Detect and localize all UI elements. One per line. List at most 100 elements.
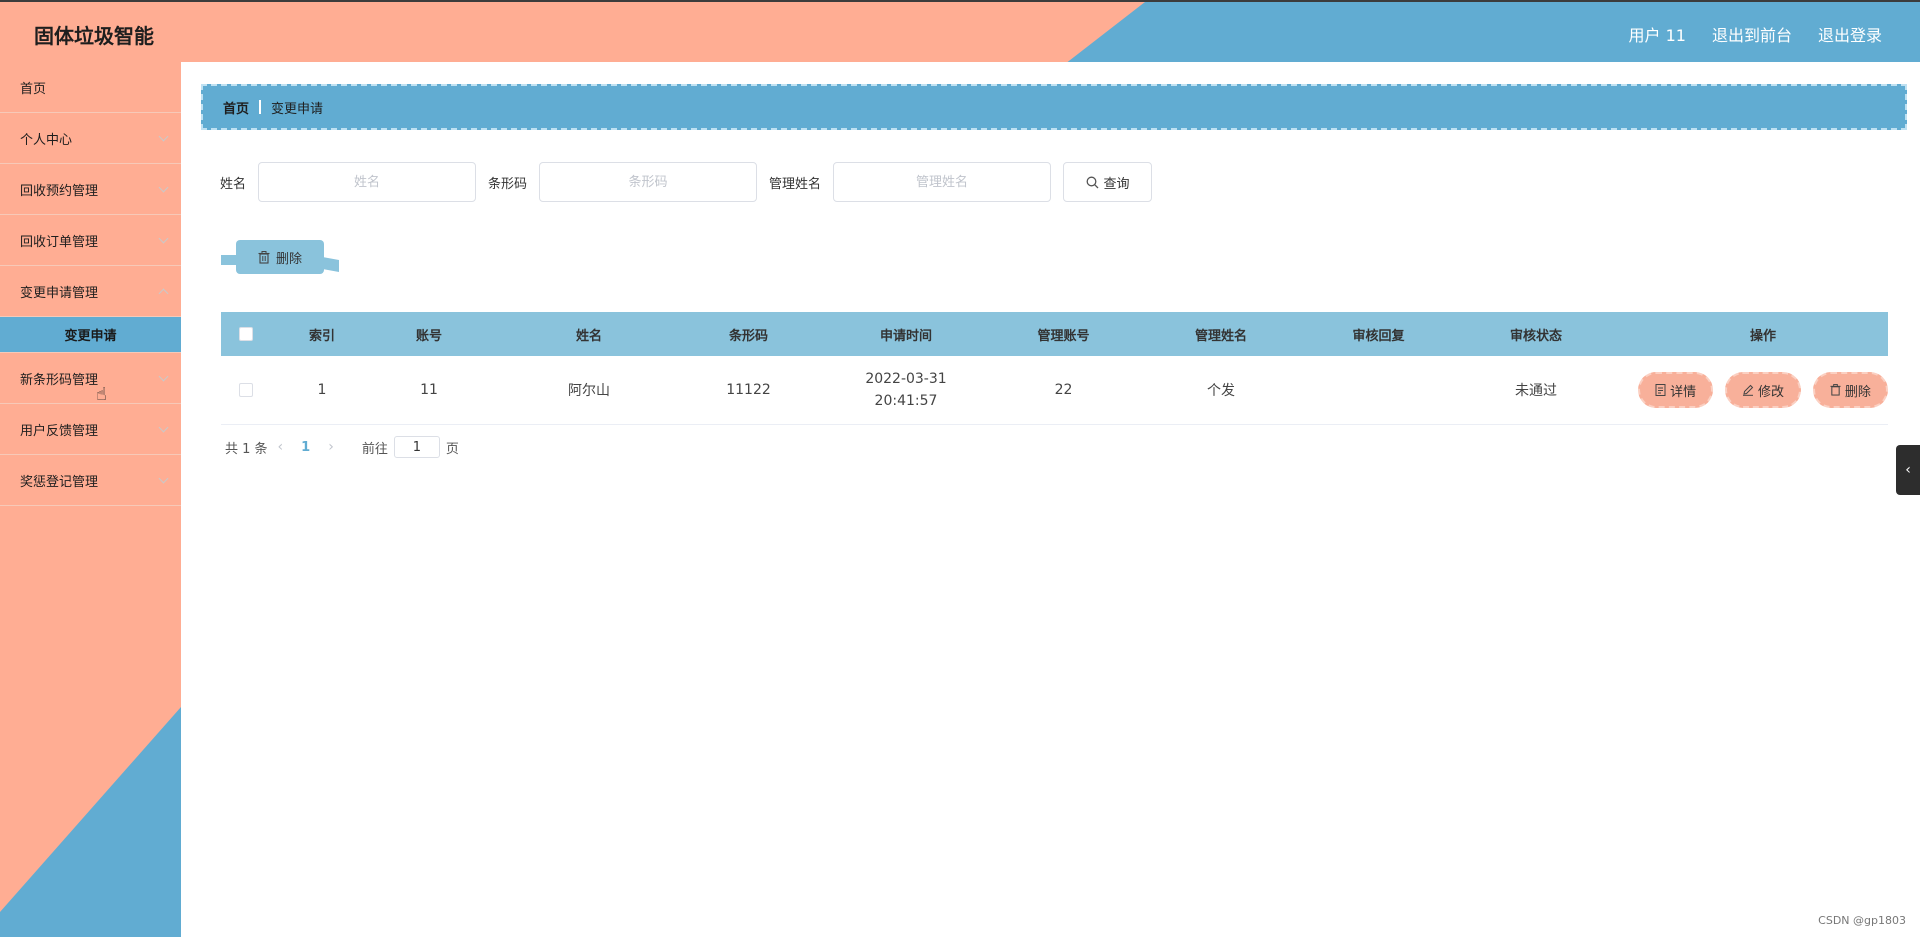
chevron-down-icon — [158, 131, 169, 142]
collapse-panel-button[interactable]: ‹ — [1896, 445, 1920, 495]
user-label[interactable]: 用户 11 — [1629, 22, 1686, 46]
col-header-actions: 操作 — [1749, 328, 1776, 344]
sidebar-item-change-request[interactable]: 变更申请管理 — [0, 266, 181, 317]
cell-account: 11 — [420, 382, 438, 398]
data-table: 索引 账号 姓名 条形码 申请时间 管理账号 管理姓名 审核回复 审核状态 操作… — [221, 312, 1888, 425]
sidebar-item-recycle-order[interactable]: 回收订单管理 — [0, 215, 181, 266]
table-header: 索引 账号 姓名 条形码 申请时间 管理账号 管理姓名 审核回复 审核状态 操作 — [221, 312, 1888, 356]
sidebar-item-reward-punish[interactable]: 奖惩登记管理 — [0, 455, 181, 506]
sidebar-blue-corner — [0, 707, 181, 937]
batch-delete-area: 删除 — [221, 240, 341, 280]
sidebar-item-label: 个人中心 — [20, 132, 73, 148]
document-icon — [1655, 384, 1666, 396]
row-select-cell — [221, 383, 271, 397]
barcode-input[interactable] — [539, 162, 758, 202]
row-checkbox[interactable] — [239, 383, 253, 397]
top-header: 固体垃圾智能 用户 11 退出到前台 退出登录 — [0, 0, 1920, 62]
col-header-manager-account: 管理账号 — [1037, 328, 1090, 344]
chevron-down-icon — [158, 422, 169, 433]
detail-button[interactable]: 详情 — [1638, 372, 1714, 408]
cell-apply-time-wrap: 2022-03-31 20:41:57 — [804, 368, 1008, 412]
chevron-down-icon — [158, 371, 169, 382]
breadcrumb-separator — [259, 100, 262, 114]
watermark: CSDN @gp1803 — [1818, 914, 1906, 927]
barcode-label: 条形码 — [488, 176, 528, 192]
sidebar-item-label: 首页 — [20, 81, 47, 97]
edit-button[interactable]: 修改 — [1725, 372, 1801, 408]
col-header-review-reply: 审核回复 — [1352, 328, 1405, 344]
sidebar-item-label: 奖惩登记管理 — [20, 474, 99, 490]
pagination-goto-label: 前往 — [361, 441, 388, 457]
pagination-page-current[interactable]: 1 — [301, 440, 310, 455]
batch-delete-button[interactable]: 删除 — [236, 240, 324, 274]
pagination: 共 1 条 ‹ 1 › 前往 页 — [225, 435, 459, 459]
query-button[interactable]: 查询 — [1063, 162, 1153, 202]
pagination-total: 共 1 条 — [225, 441, 268, 457]
chevron-down-icon — [158, 233, 169, 244]
sidebar-item-label: 变更申请管理 — [20, 285, 99, 301]
sidebar-item-new-barcode[interactable]: 新条形码管理 — [0, 353, 181, 404]
pagination-page-unit: 页 — [445, 441, 459, 457]
col-header-account: 账号 — [415, 328, 442, 344]
query-button-label: 查询 — [1103, 176, 1130, 192]
chevron-right-icon[interactable]: › — [328, 439, 334, 455]
search-form: 姓名 条形码 管理姓名 查询 — [220, 162, 1153, 202]
col-header-name: 姓名 — [575, 328, 602, 344]
chevron-left-icon: ‹ — [1905, 462, 1911, 478]
pagination-goto-input[interactable] — [393, 436, 440, 458]
batch-delete-label: 删除 — [275, 251, 302, 267]
header-actions: 用户 11 退出到前台 退出登录 — [1629, 22, 1882, 46]
sidebar-item-label: 新条形码管理 — [20, 372, 99, 388]
cell-actions: 详情 修改 删除 — [1638, 372, 1888, 408]
chevron-left-icon[interactable]: ‹ — [278, 439, 284, 455]
sidebar-item-home[interactable]: 首页 — [0, 62, 181, 113]
logout-link[interactable]: 退出登录 — [1818, 22, 1882, 46]
breadcrumb-current: 变更申请 — [271, 101, 324, 117]
select-all-cell — [221, 327, 271, 341]
detail-button-label: 详情 — [1670, 384, 1697, 400]
cell-name: 阿尔山 — [568, 383, 610, 399]
manager-name-label: 管理姓名 — [769, 176, 822, 192]
sidebar-item-user-feedback[interactable]: 用户反馈管理 — [0, 404, 181, 455]
cell-review-status: 未通过 — [1515, 383, 1557, 399]
cell-index: 1 — [317, 382, 327, 398]
edit-button-label: 修改 — [1757, 384, 1784, 400]
delete-button[interactable]: 删除 — [1812, 372, 1888, 408]
col-header-barcode: 条形码 — [728, 328, 768, 344]
trash-icon — [258, 250, 270, 264]
sidebar-item-recycle-booking[interactable]: 回收预约管理 — [0, 164, 181, 215]
chevron-down-icon — [158, 473, 169, 484]
table-row: 1 11 阿尔山 11122 2022-03-31 20:41:57 22 个发… — [221, 356, 1888, 425]
select-all-checkbox[interactable] — [239, 327, 253, 341]
col-header-apply-time: 申请时间 — [879, 328, 932, 344]
col-header-index: 索引 — [308, 328, 335, 344]
breadcrumb: 首页 变更申请 — [201, 84, 1907, 130]
submenu-item-label: 变更申请 — [64, 329, 117, 344]
sidebar: 首页 个人中心 回收预约管理 回收订单管理 变更申请管理 变更申请 新条形码管理… — [0, 62, 181, 937]
sidebar-item-label: 用户反馈管理 — [20, 423, 99, 439]
sidebar-item-label: 回收预约管理 — [20, 183, 99, 199]
sidebar-item-personal-center[interactable]: 个人中心 — [0, 113, 181, 164]
back-to-front-link[interactable]: 退出到前台 — [1712, 22, 1792, 46]
chevron-down-icon — [158, 182, 169, 193]
col-header-manager-name: 管理姓名 — [1194, 328, 1247, 344]
search-icon — [1086, 176, 1099, 189]
cell-manager-account: 22 — [1054, 382, 1073, 398]
app-title: 固体垃圾智能 — [34, 24, 154, 48]
col-header-review-status: 审核状态 — [1509, 328, 1562, 344]
breadcrumb-home[interactable]: 首页 — [223, 98, 249, 117]
delete-button-label: 删除 — [1844, 384, 1871, 400]
cell-barcode: 11122 — [726, 382, 771, 398]
sidebar-item-label: 回收订单管理 — [20, 234, 99, 250]
manager-name-input[interactable] — [833, 162, 1052, 202]
chevron-up-icon — [158, 288, 169, 299]
submenu-item-change-request[interactable]: 变更申请 — [0, 317, 181, 353]
name-label: 姓名 — [220, 176, 247, 192]
edit-icon — [1742, 384, 1754, 396]
name-input[interactable] — [258, 162, 477, 202]
cell-manager-name: 个发 — [1207, 383, 1235, 399]
hand-cursor-icon: ☝ — [96, 384, 107, 405]
cell-apply-time: 2022-03-31 20:41:57 — [865, 371, 947, 409]
sidebar-menu: 首页 个人中心 回收预约管理 回收订单管理 变更申请管理 变更申请 新条形码管理… — [0, 62, 181, 506]
trash-icon — [1830, 384, 1841, 396]
